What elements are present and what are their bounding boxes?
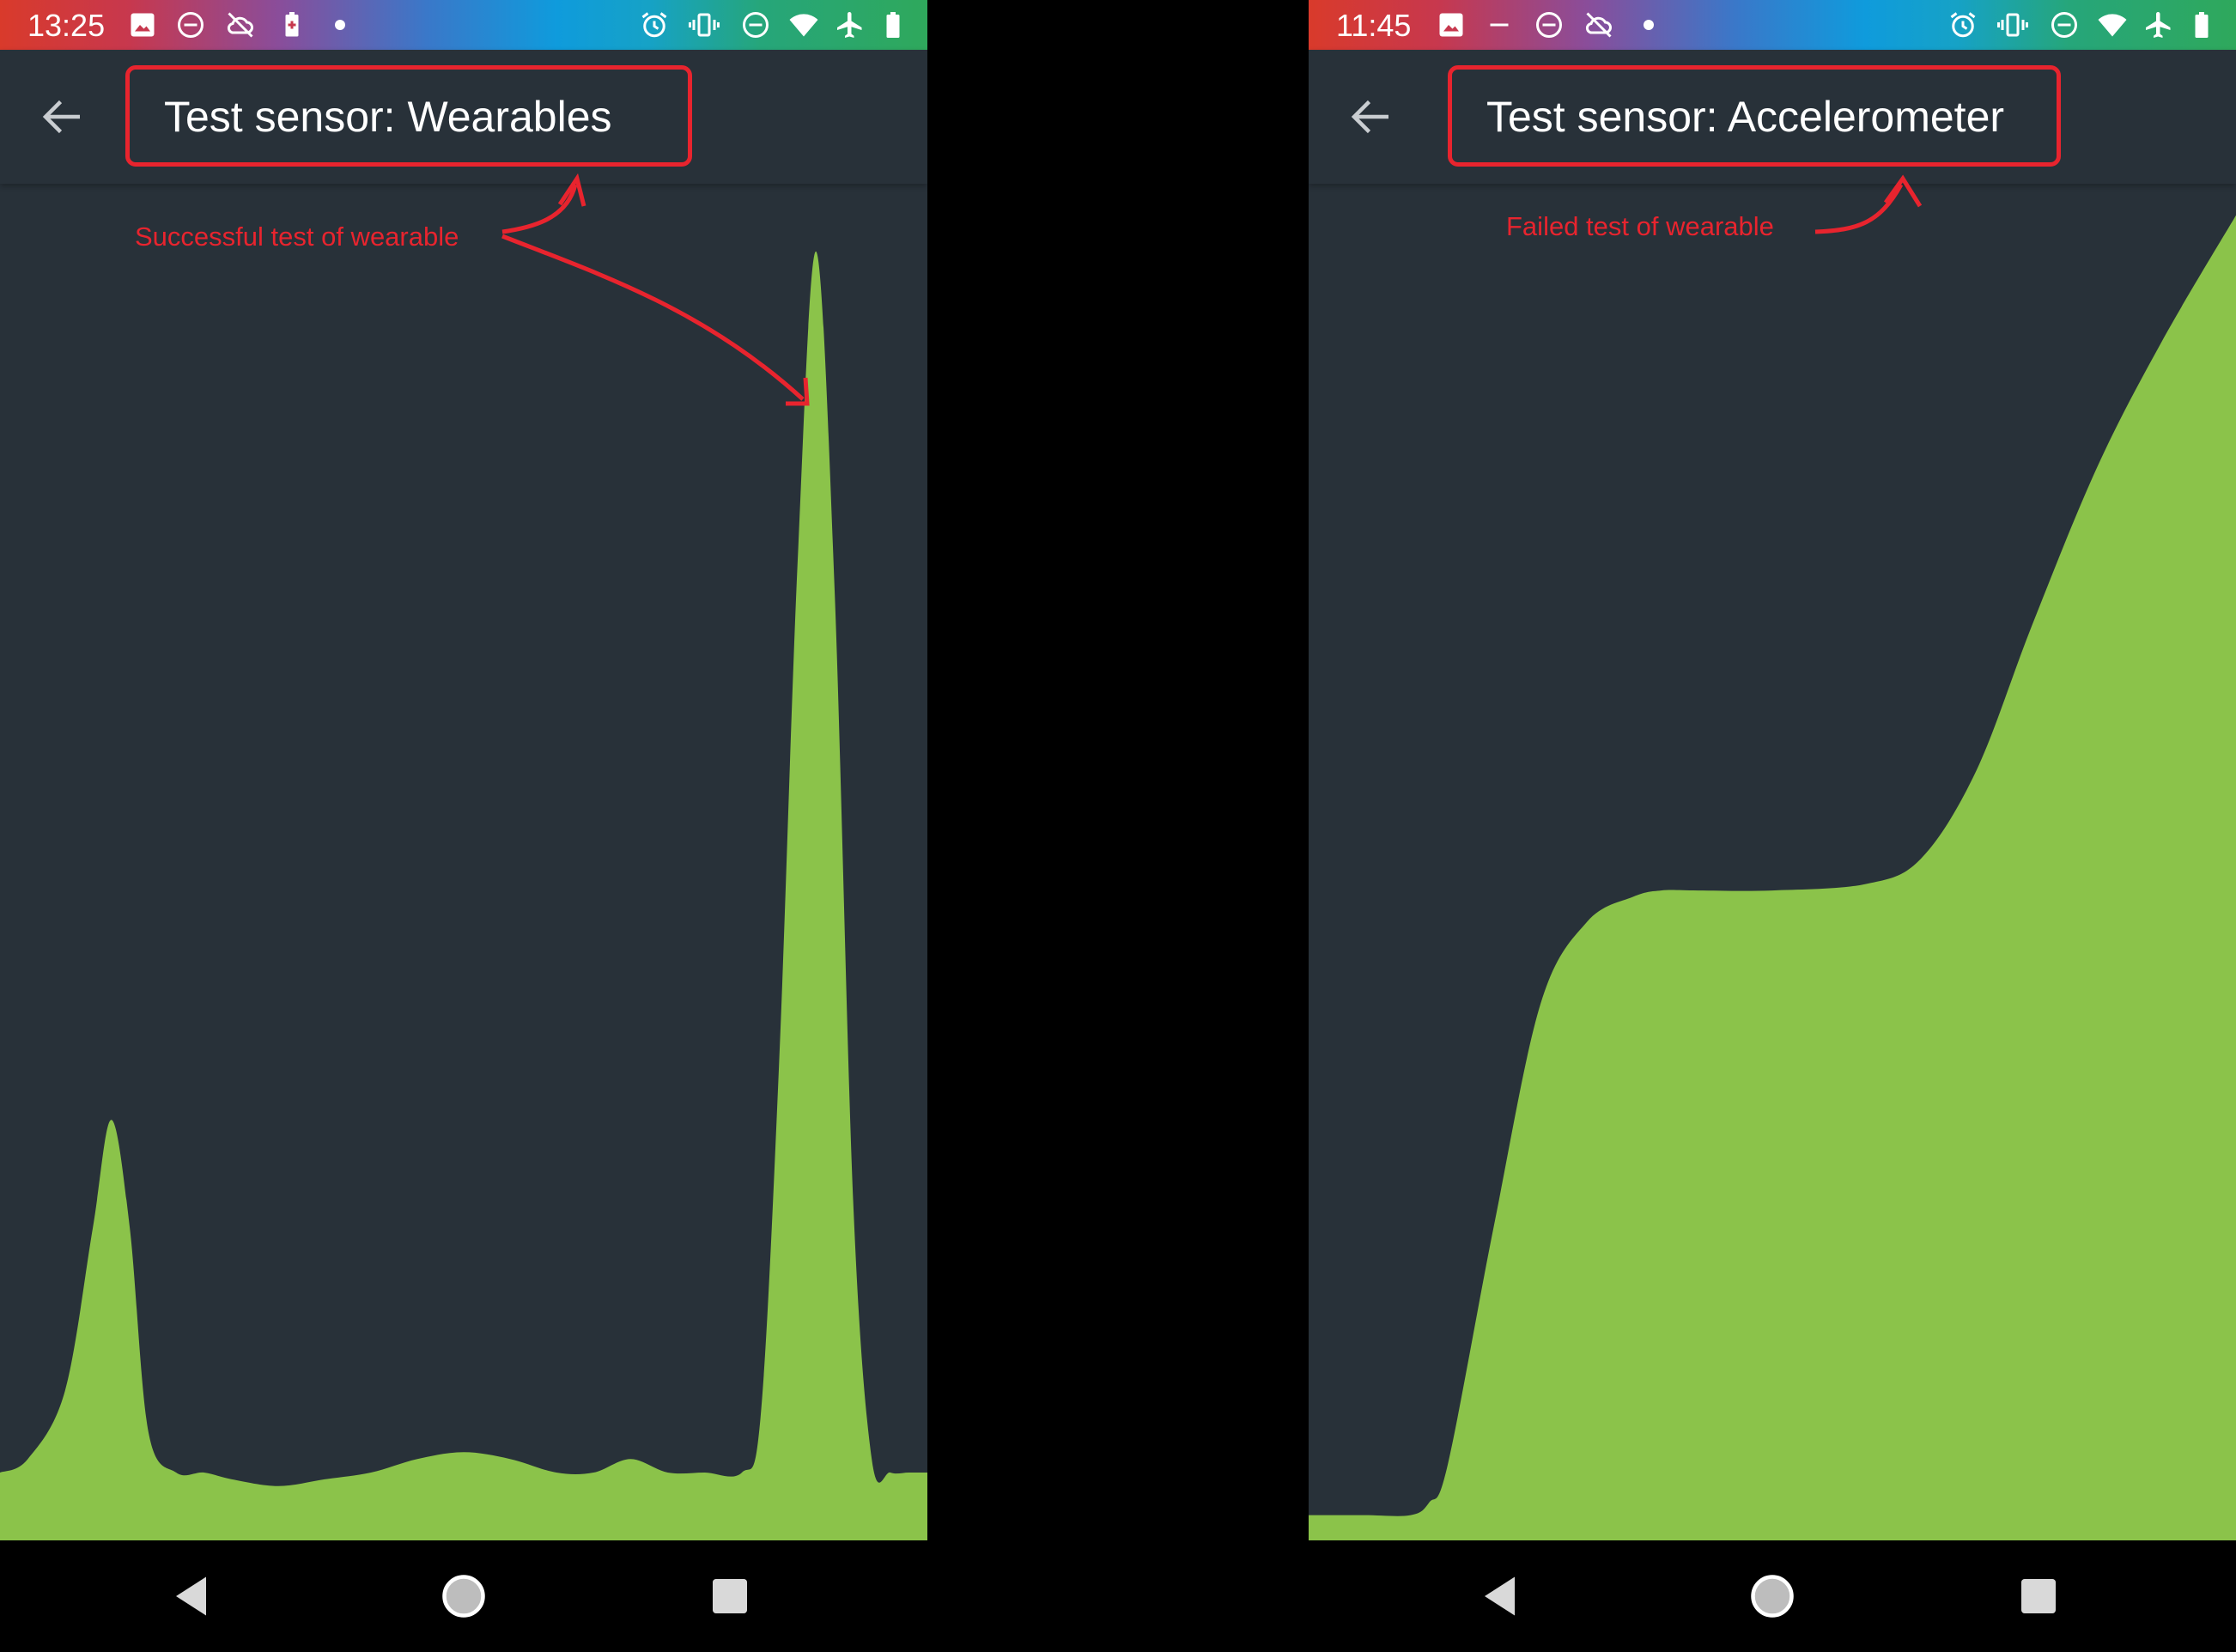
battery-icon bbox=[878, 9, 908, 40]
do-not-disturb-icon bbox=[1534, 9, 1565, 40]
nav-recents-icon[interactable] bbox=[2013, 1570, 2064, 1622]
nav-home-icon[interactable] bbox=[438, 1570, 489, 1622]
cloud-off-icon bbox=[225, 9, 256, 40]
sensor-area bbox=[1309, 215, 2236, 1540]
status-time: 11:45 bbox=[1336, 8, 1412, 43]
title-highlight-box: Test sensor: Wearables bbox=[125, 65, 692, 167]
status-bar: 13:25 bbox=[0, 0, 927, 50]
left-phone-screen: 13:25 Test sensor: Wearables Successful … bbox=[0, 0, 927, 1652]
alarm-icon bbox=[639, 9, 670, 40]
nav-home-icon[interactable] bbox=[1747, 1570, 1798, 1622]
do-not-disturb-icon bbox=[2049, 9, 2080, 40]
wifi-icon bbox=[788, 9, 819, 40]
cloud-off-icon bbox=[1583, 9, 1614, 40]
status-time: 13:25 bbox=[27, 8, 106, 43]
airplane-icon bbox=[835, 9, 866, 40]
navigation-bar bbox=[0, 1540, 927, 1652]
annotation-label: Successful test of wearable bbox=[135, 222, 459, 252]
navigation-bar bbox=[1309, 1540, 2236, 1652]
back-arrow-icon[interactable] bbox=[34, 91, 91, 143]
app-bar: Test sensor: Accelerometer bbox=[1309, 50, 2236, 184]
nav-recents-icon[interactable] bbox=[704, 1570, 756, 1622]
sensor-area-chart bbox=[0, 251, 927, 1540]
back-arrow-icon[interactable] bbox=[1343, 91, 1400, 143]
vibrate-icon bbox=[1997, 9, 2028, 40]
page-title: Test sensor: Wearables bbox=[164, 93, 612, 141]
minus-icon bbox=[1484, 9, 1515, 40]
nav-back-icon[interactable] bbox=[167, 1570, 219, 1622]
sensor-chart bbox=[1309, 184, 2236, 1540]
vibrate-icon bbox=[689, 9, 720, 40]
title-highlight-box: Test sensor: Accelerometer bbox=[1448, 65, 2061, 167]
image-icon bbox=[127, 9, 158, 40]
battery-icon bbox=[2186, 9, 2217, 40]
dot-icon bbox=[325, 9, 355, 40]
sensor-area-chart bbox=[1309, 215, 2236, 1540]
sensor-chart bbox=[0, 184, 927, 1540]
image-icon bbox=[1436, 9, 1467, 40]
right-phone-screen: 11:45 Test sensor: Accelerometer Failed … bbox=[1309, 0, 2236, 1652]
status-bar: 11:45 bbox=[1309, 0, 2236, 50]
alarm-icon bbox=[1947, 9, 1978, 40]
wifi-icon bbox=[2097, 9, 2128, 40]
do-not-disturb-icon bbox=[740, 9, 771, 40]
annotation-label: Failed test of wearable bbox=[1506, 211, 1774, 241]
do-not-disturb-icon bbox=[175, 9, 206, 40]
sensor-area bbox=[0, 251, 927, 1540]
app-bar: Test sensor: Wearables bbox=[0, 50, 927, 184]
battery-saver-icon bbox=[276, 9, 307, 40]
dot-icon bbox=[1633, 9, 1664, 40]
airplane-icon bbox=[2143, 9, 2174, 40]
nav-back-icon[interactable] bbox=[1476, 1570, 1528, 1622]
page-title: Test sensor: Accelerometer bbox=[1486, 93, 2005, 141]
